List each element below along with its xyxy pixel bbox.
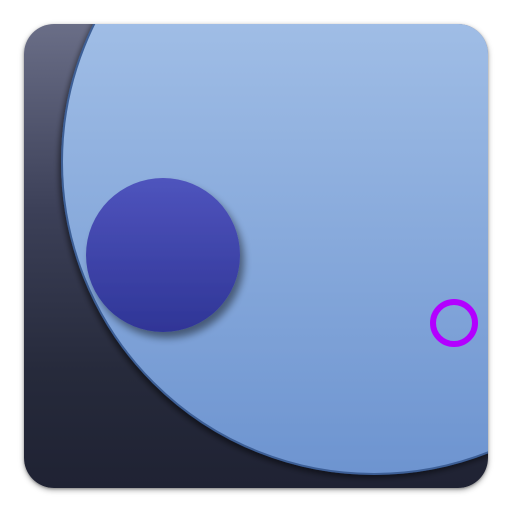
dark-blue-dot: [86, 178, 240, 332]
app-icon-artwork: [61, 24, 488, 475]
icon-canvas: [0, 0, 512, 512]
app-icon-tile[interactable]: [24, 24, 488, 488]
